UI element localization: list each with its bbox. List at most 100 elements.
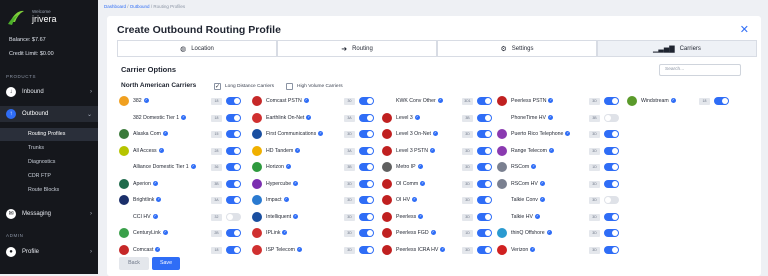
carrier-toggle[interactable] <box>477 97 492 105</box>
carrier-toggle[interactable] <box>226 196 241 204</box>
carrier-toggle[interactable] <box>477 146 492 155</box>
sidebar-subitem-trunks[interactable]: Trunks <box>0 142 98 155</box>
carrier-logo-icon <box>382 129 392 139</box>
carrier-name-text: Alliance Domestic Tier 1 <box>133 164 189 170</box>
carrier-badge: 3A <box>344 147 355 155</box>
sidebar-subitem-diagnostics[interactable]: Diagnostics <box>0 156 98 169</box>
carrier-toggle[interactable] <box>477 245 492 254</box>
carrier-toggle[interactable] <box>359 113 374 122</box>
carrier-toggle[interactable] <box>359 196 374 204</box>
carrier-name-text: OI Comm <box>396 180 419 187</box>
sidebar-item-messaging[interactable]: ✉ Messaging › <box>0 206 98 222</box>
sidebar-subitem-routing-profiles[interactable]: Routing Profiles <box>0 128 98 141</box>
sidebar-item-inbound[interactable]: ↓ Inbound › <box>0 84 98 100</box>
search-input[interactable]: Search... <box>659 64 741 76</box>
long-distance-checkbox[interactable]: ✓ Long Distance Carriers <box>214 83 274 90</box>
tab-label: Carriers <box>679 45 701 52</box>
carrier-name-text: PhoneTime HV <box>511 114 546 121</box>
carrier-toggle[interactable] <box>604 113 619 122</box>
checkbox-checked[interactable]: ✓ <box>214 83 221 90</box>
sidebar-subitem-route-blocks[interactable]: Route Blocks <box>0 184 98 197</box>
carrier-name-text: Horizon <box>266 164 284 170</box>
carrier-toggle[interactable] <box>477 229 492 237</box>
carrier-logo-icon <box>119 145 129 156</box>
tab-settings[interactable]: ⚙ Settings <box>437 40 597 57</box>
carrier-toggle[interactable] <box>477 179 492 188</box>
carrier-name-text: Comcast <box>133 246 154 253</box>
carrier-logo-icon <box>119 244 129 255</box>
carrier-toggle[interactable] <box>359 245 374 254</box>
carrier-badge: 32 <box>211 213 222 221</box>
carrier-name-text: Brightlink <box>133 197 155 203</box>
carrier-toggle[interactable] <box>359 212 374 221</box>
carrier-toggle[interactable] <box>359 130 374 138</box>
carrier-toggle[interactable] <box>226 245 241 254</box>
carrier-row: Level 3 On-Net ✓ 3D <box>382 129 510 141</box>
carrier-name: Level 3 On-Net ✓ <box>396 131 438 137</box>
sidebar-subitem-cdr-ftp[interactable]: CDR FTP <box>0 170 98 183</box>
main-card: Create Outbound Routing Profile ✕ ◍ Loca… <box>107 16 761 276</box>
carrier-toggle[interactable] <box>604 196 619 204</box>
save-button[interactable]: Save <box>152 257 180 270</box>
carrier-logo-icon <box>252 228 262 238</box>
carrier-toggle[interactable] <box>226 229 241 237</box>
carrier-toggle[interactable] <box>604 212 619 221</box>
carrier-toggle[interactable] <box>359 163 374 171</box>
tab-routing[interactable]: ➜ Routing <box>277 40 437 57</box>
sidebar-item-outbound[interactable]: ↑ Outbound ⌄ <box>0 106 98 122</box>
carrier-toggle[interactable] <box>477 163 492 171</box>
carrier-toggle[interactable] <box>604 146 619 155</box>
sidebar-item-label: Inbound <box>22 89 44 95</box>
carrier-toggle[interactable] <box>226 179 241 188</box>
carrier-toggle[interactable] <box>226 146 241 155</box>
carrier-toggle[interactable] <box>359 229 374 237</box>
carrier-toggle[interactable] <box>604 130 619 138</box>
tab-location[interactable]: ◍ Location <box>117 40 277 57</box>
carrier-toggle[interactable] <box>226 212 241 221</box>
carrier-toggle[interactable] <box>226 163 241 171</box>
carrier-toggle[interactable] <box>226 97 241 105</box>
checkbox-unchecked[interactable] <box>286 83 293 90</box>
carrier-toggle[interactable] <box>477 130 492 138</box>
carrier-toggle[interactable] <box>604 179 619 188</box>
carrier-toggle[interactable] <box>477 196 492 204</box>
carrier-badge: 3D <box>589 147 600 155</box>
verified-icon: ✓ <box>531 164 537 170</box>
carrier-badge: 3D1 <box>462 98 473 105</box>
carrier-logo-icon <box>382 228 392 238</box>
breadcrumb-dashboard[interactable]: Dashboard <box>104 4 126 9</box>
carrier-row: Talkie Conv ✓ 3D <box>497 195 625 207</box>
carrier-badge: 18 <box>211 114 222 122</box>
carrier-logo-icon <box>252 195 262 205</box>
carrier-logo-icon <box>382 244 392 255</box>
sidebar-item-profile[interactable]: ● Profile › <box>0 244 98 260</box>
verified-icon: ✓ <box>152 213 158 219</box>
high-volume-checkbox[interactable]: High Volume Carriers <box>286 83 343 90</box>
carrier-toggle[interactable] <box>714 97 729 105</box>
breadcrumb-outbound[interactable]: Outbound <box>130 4 150 9</box>
carrier-name: Earthlink On-Net ✓ <box>266 114 312 121</box>
carrier-toggle[interactable] <box>604 163 619 171</box>
carrier-options-heading: Carrier Options <box>121 65 177 74</box>
verified-icon: ✓ <box>158 147 164 153</box>
carrier-toggle[interactable] <box>604 229 619 237</box>
carrier-name: Hypercube ✓ <box>266 181 299 187</box>
back-button[interactable]: Back <box>119 257 149 270</box>
carrier-toggle[interactable] <box>604 97 619 105</box>
carrier-badge: 3D <box>344 230 355 237</box>
close-icon[interactable]: ✕ <box>740 23 749 36</box>
carrier-toggle[interactable] <box>359 97 374 105</box>
carrier-toggle[interactable] <box>226 130 241 138</box>
carrier-toggle[interactable] <box>226 113 241 122</box>
carrier-toggle[interactable] <box>477 113 492 122</box>
carrier-toggle[interactable] <box>477 212 492 221</box>
carrier-toggle[interactable] <box>359 146 374 155</box>
verified-icon: ✓ <box>306 114 312 120</box>
tab-carriers[interactable]: ▁▃▅▇ Carriers <box>597 40 757 57</box>
tab-label: Settings <box>511 45 534 52</box>
carrier-toggle[interactable] <box>359 179 374 188</box>
carrier-logo-icon <box>497 178 507 189</box>
verified-icon: ✓ <box>318 131 324 137</box>
carrier-toggle[interactable] <box>604 245 619 254</box>
carrier-row: Impact ✓ 3D <box>252 195 380 207</box>
